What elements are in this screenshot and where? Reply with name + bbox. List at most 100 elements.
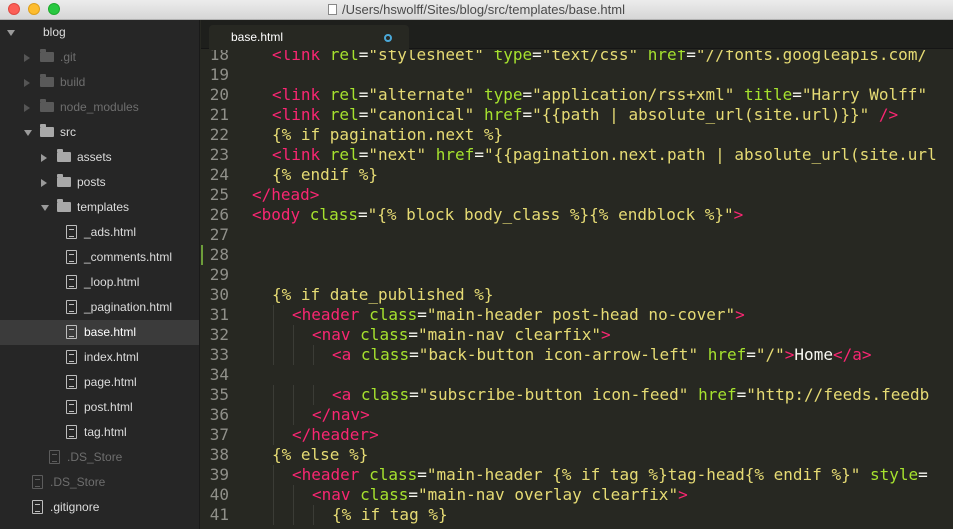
tree-file[interactable]: .DS_Store [0,445,199,470]
tree-item-label: post.html [84,400,133,414]
indent-guide [273,305,274,325]
disclosure-right-icon[interactable] [41,179,47,187]
code-line[interactable]: 23 <link rel="next" href="{{pagination.ne… [201,145,953,165]
tree-file[interactable]: page.html [0,370,199,395]
line-number: 25 [209,185,229,204]
tree-folder[interactable]: assets [0,145,199,170]
tree-folder[interactable]: build [0,70,199,95]
code-line[interactable]: 41 {% if tag %} [201,505,953,525]
code-line[interactable]: 29 [201,265,953,285]
tree-item-label: assets [77,150,112,164]
document-icon [328,4,337,15]
code-text: <link rel="next" href="{{pagination.next… [272,145,937,164]
line-number: 30 [209,285,229,304]
file-icon [66,350,77,364]
code-line[interactable]: 38 {% else %} [201,445,953,465]
code-line[interactable]: 28 [201,245,953,265]
code-editor[interactable]: 18 <link rel="stylesheet" type="text/css"… [201,50,953,529]
indent-guide [273,405,274,425]
code-line[interactable]: 25 </head> [201,185,953,205]
code-line[interactable]: 31 <header class="main-header post-head n… [201,305,953,325]
file-icon [32,500,43,514]
code-line[interactable]: 34 [201,365,953,385]
file-icon [66,225,77,239]
code-line[interactable]: 30 {% if date_published %} [201,285,953,305]
code-line[interactable]: 27 [201,225,953,245]
tree-file[interactable]: _pagination.html [0,295,199,320]
tree-item-label: _loop.html [84,275,140,289]
code-line[interactable]: 20 <link rel="alternate" type="applicatio… [201,85,953,105]
line-number: 22 [209,125,229,144]
unsaved-dot-icon[interactable] [384,34,392,42]
file-icon [66,400,77,414]
tree-file[interactable]: base.html [0,320,199,345]
line-number: 38 [209,445,229,464]
tree-folder[interactable]: node_modules [0,95,199,120]
code-line[interactable]: 19 [201,65,953,85]
tree-file[interactable]: index.html [0,345,199,370]
folder-icon [57,174,71,187]
line-number: 40 [209,485,229,504]
tab-bar: base.html [201,20,953,49]
indent-guide [313,345,314,365]
code-line[interactable]: 33 <a class="back-button icon-arrow-left"… [201,345,953,365]
disclosure-right-icon[interactable] [24,79,30,87]
code-text: {% if pagination.next %} [272,125,504,144]
disclosure-right-icon[interactable] [24,54,30,62]
line-number: 34 [209,365,229,384]
code-line[interactable]: 22 {% if pagination.next %} [201,125,953,145]
code-line[interactable]: 24 {% endif %} [201,165,953,185]
disclosure-down-icon[interactable] [7,30,15,36]
tree-folder[interactable]: templates [0,195,199,220]
code-line[interactable]: 40 <nav class="main-nav overlay clearfix"… [201,485,953,505]
line-number: 29 [209,265,229,284]
tree-file[interactable]: post.html [0,395,199,420]
indent-guide [273,425,274,445]
indent-guide [293,325,294,345]
line-number: 28 [209,245,229,264]
file-tree-sidebar[interactable]: blog .git build node_modules src assets posts t… [0,20,200,529]
folder-icon [57,199,71,212]
disclosure-down-icon[interactable] [41,205,49,211]
tab-label: base.html [231,30,284,44]
tree-file[interactable]: .DS_Store [0,470,199,495]
tree-file[interactable]: _ads.html [0,220,199,245]
code-text: <a class="back-button icon-arrow-left" h… [332,345,872,364]
code-line[interactable]: 32 <nav class="main-nav clearfix"> [201,325,953,345]
code-text: {% if tag %} [332,505,448,524]
tree-file[interactable]: tag.html [0,420,199,445]
tab-base-html[interactable]: base.html [209,25,409,49]
code-line[interactable]: 36 </nav> [201,405,953,425]
window-title-text: /Users/hswolff/Sites/blog/src/templates/… [342,2,625,17]
disclosure-down-icon[interactable] [24,130,32,136]
tree-item-label: .git [60,50,77,64]
code-line[interactable]: 21 <link rel="canonical" href="{{path | a… [201,105,953,125]
line-number: 37 [209,425,229,444]
indent-guide [313,385,314,405]
tree-folder[interactable]: src [0,120,199,145]
code-line[interactable]: 18 <link rel="stylesheet" type="text/css"… [201,50,953,65]
tree-folder[interactable]: .git [0,45,199,70]
code-line[interactable]: 39 <header class="main-header {% if tag %… [201,465,953,485]
tree-item-label: _comments.html [84,250,173,264]
indent-guide [293,485,294,505]
tree-item-label: .DS_Store [67,450,123,464]
tree-file[interactable]: _loop.html [0,270,199,295]
code-line[interactable]: 26 <body class="{% block body_class %}{% … [201,205,953,225]
tree-item-label: templates [77,200,130,214]
folder-icon [40,74,54,87]
tree-file[interactable]: _comments.html [0,245,199,270]
tree-item-label: build [60,75,86,89]
tree-folder[interactable]: blog [0,20,199,45]
indent-guide [293,385,294,405]
tree-item-label: blog [43,25,66,39]
disclosure-right-icon[interactable] [24,104,30,112]
code-line[interactable]: 35 <a class="subscribe-button icon-feed" … [201,385,953,405]
disclosure-right-icon[interactable] [41,154,47,162]
indent-guide [293,345,294,365]
code-line[interactable]: 37 </header> [201,425,953,445]
tree-folder[interactable]: posts [0,170,199,195]
line-number: 20 [209,85,229,104]
tree-file[interactable]: .gitignore [0,495,199,520]
code-text: </header> [292,425,379,444]
